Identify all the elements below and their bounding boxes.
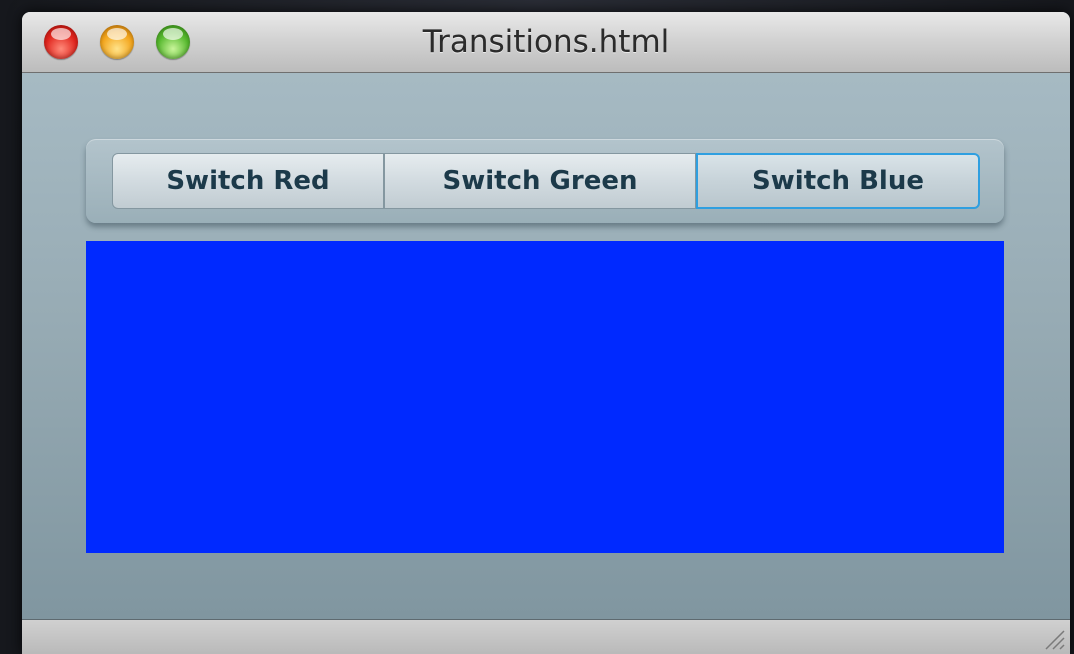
window-title: Transitions.html — [422, 24, 670, 60]
segmented-control: Switch Red Switch Green Switch Blue — [86, 139, 1004, 223]
title-bar[interactable]: Transitions.html — [22, 12, 1070, 73]
switch-blue-button[interactable]: Switch Blue — [696, 153, 980, 209]
switch-red-button[interactable]: Switch Red — [112, 153, 384, 209]
resize-grip-icon[interactable] — [1042, 627, 1066, 651]
color-panel — [86, 241, 1004, 553]
browser-window: Transitions.html Switch Red Switch Green… — [22, 12, 1070, 654]
status-bar — [22, 619, 1070, 654]
switch-green-button[interactable]: Switch Green — [384, 153, 696, 209]
page-content: Switch Red Switch Green Switch Blue — [22, 73, 1070, 619]
